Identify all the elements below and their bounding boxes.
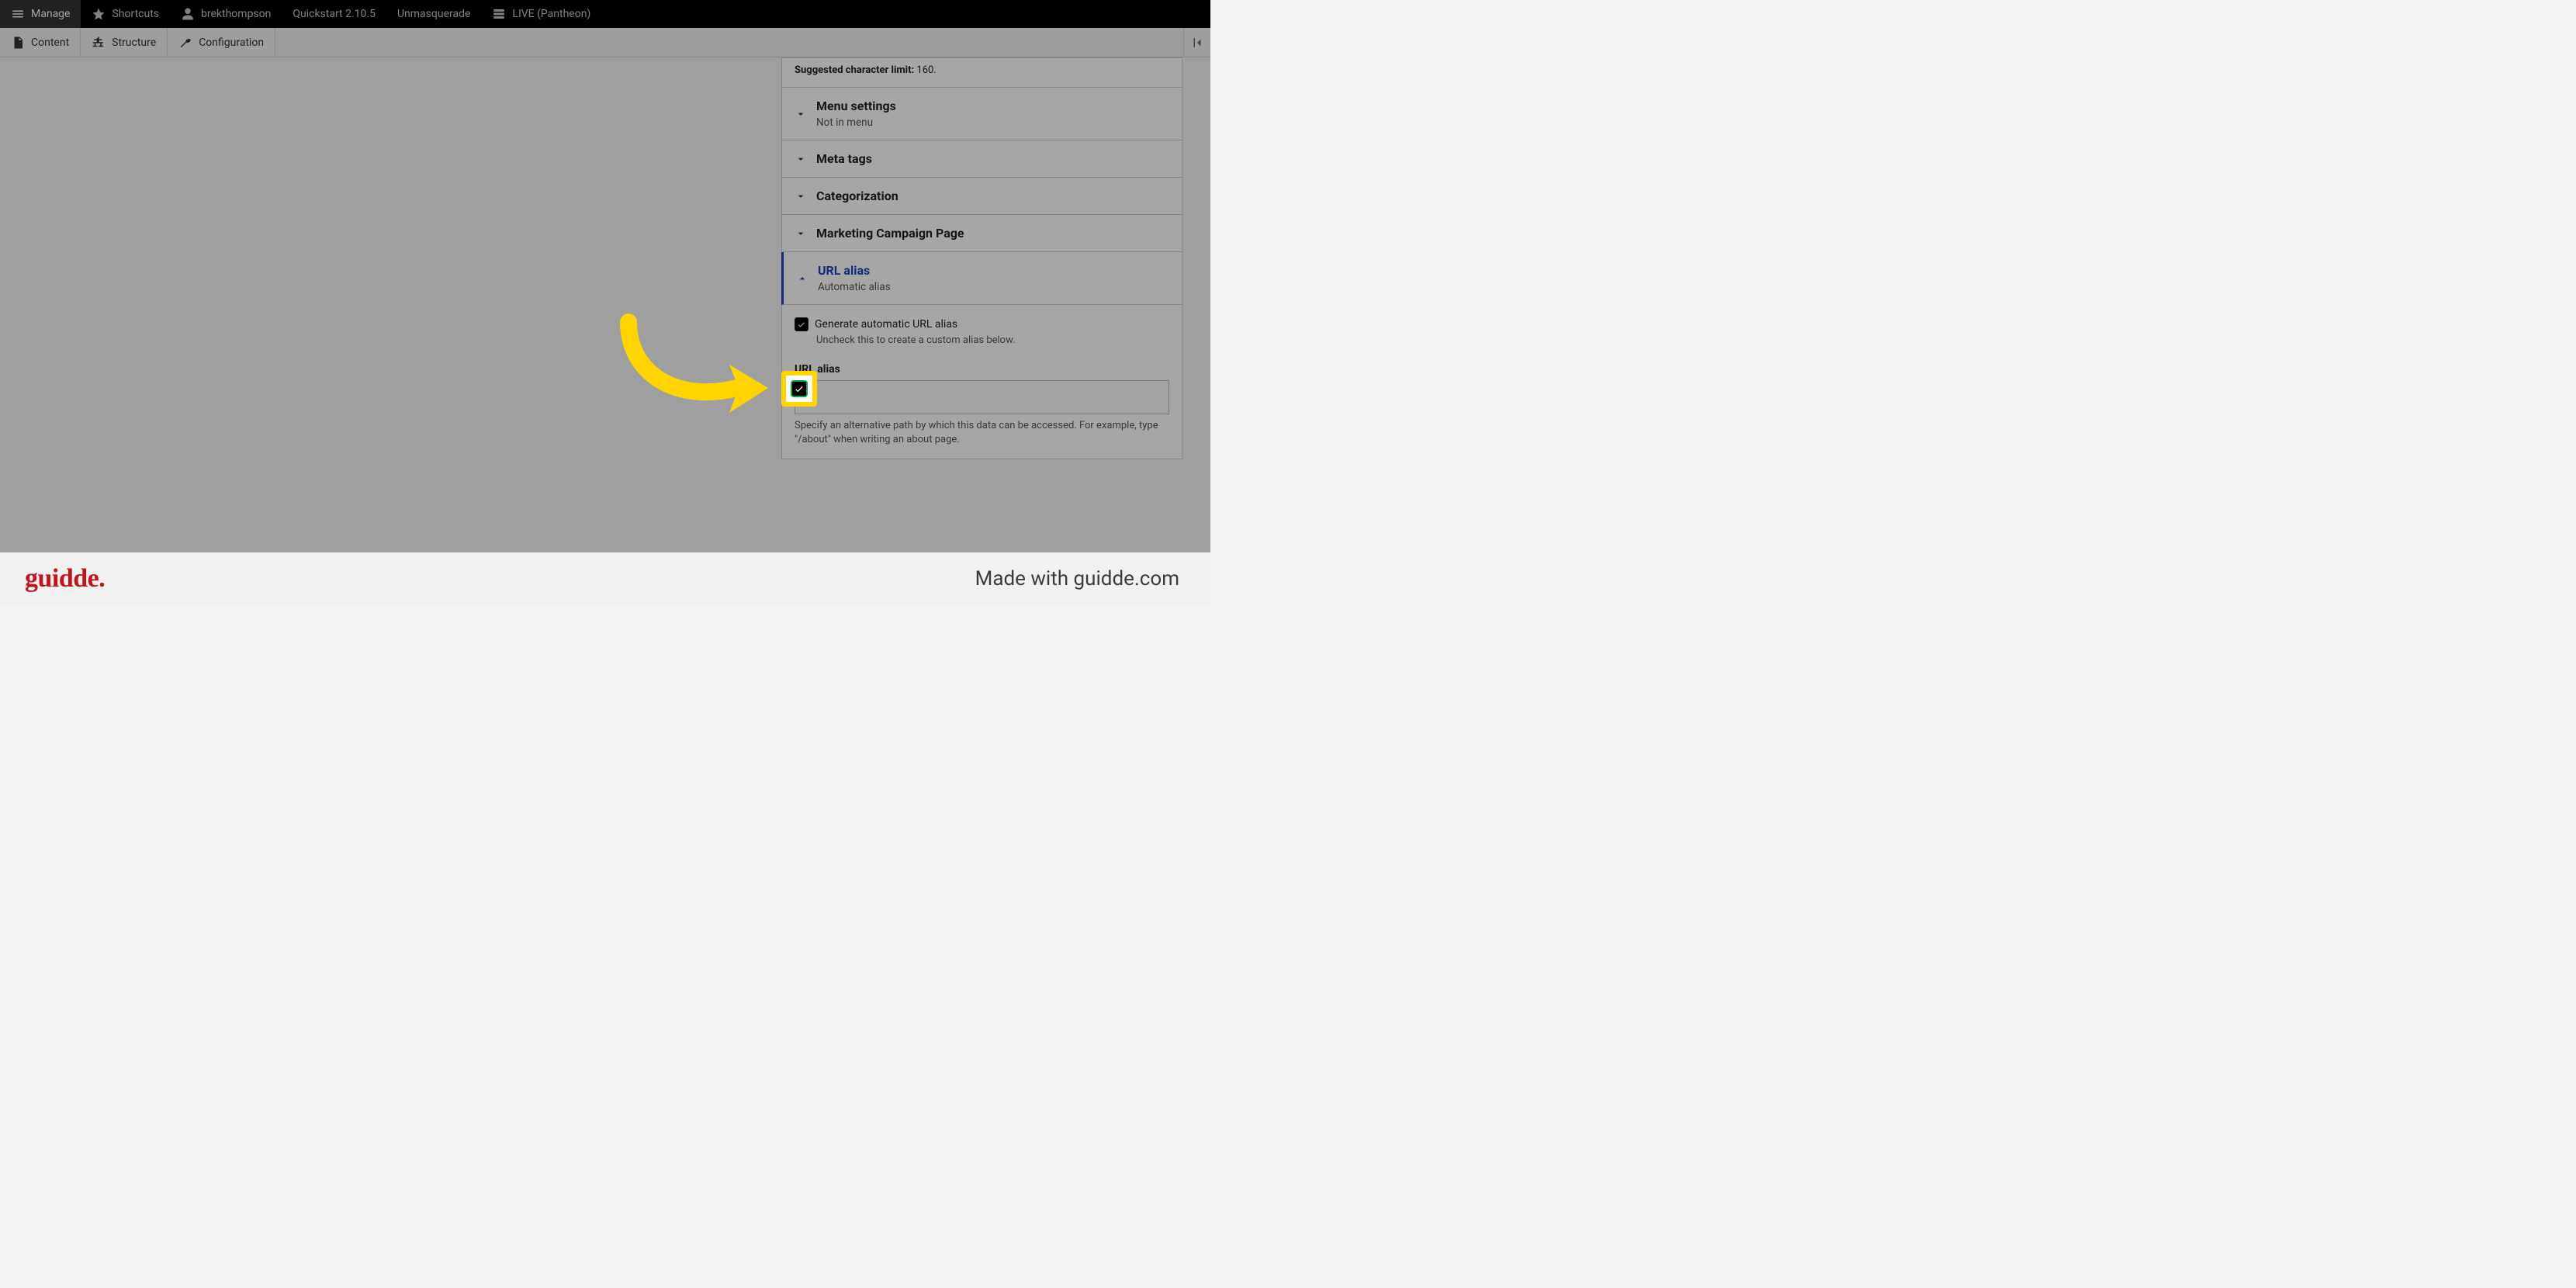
sitemap-icon xyxy=(92,36,106,50)
stage: Manage Shortcuts brekthompson Quickstart… xyxy=(0,0,1210,605)
adminbar-manage-label: Manage xyxy=(31,8,70,20)
side-panel: Suggested character limit: 160. Menu set… xyxy=(781,57,1182,459)
hamburger-icon xyxy=(11,7,25,21)
panel-meta-title: Meta tags xyxy=(816,151,872,166)
toolbar-content-label: Content xyxy=(31,36,69,49)
chevron-down-icon xyxy=(795,190,807,203)
panel-categorization-head[interactable]: Categorization xyxy=(782,178,1182,214)
panel-meta-head[interactable]: Meta tags xyxy=(782,140,1182,177)
url-alias-input[interactable] xyxy=(795,380,1169,414)
footer-brand: guidde. xyxy=(25,564,105,594)
char-limit-row: Suggested character limit: 160. xyxy=(781,57,1182,88)
panel-menu-settings: Menu settings Not in menu xyxy=(781,88,1182,140)
annotation-highlight xyxy=(781,371,817,407)
panel-url-alias-head[interactable]: URL alias Automatic alias xyxy=(784,252,1182,304)
panel-marketing-head[interactable]: Marketing Campaign Page xyxy=(782,215,1182,251)
panel-url-alias-sub: Automatic alias xyxy=(818,281,891,293)
star-icon xyxy=(92,7,106,21)
footer-made: Made with guidde.com xyxy=(975,567,1179,590)
panel-url-alias: URL alias Automatic alias xyxy=(781,252,1182,305)
page-icon xyxy=(11,36,25,50)
char-limit-label: Suggested character limit: xyxy=(795,64,914,76)
user-icon xyxy=(181,7,195,21)
content-area: Suggested character limit: 160. Menu set… xyxy=(0,57,1210,605)
generate-alias-desc: Uncheck this to create a custom alias be… xyxy=(816,334,1169,346)
footer: guidde. Made with guidde.com xyxy=(0,552,1210,605)
chevron-up-icon xyxy=(796,272,808,285)
adminbar-manage[interactable]: Manage xyxy=(0,0,81,28)
panel-marketing-title: Marketing Campaign Page xyxy=(816,226,964,241)
adminbar-unmasquerade-label: Unmasquerade xyxy=(397,8,470,20)
adminbar-username: brekthompson xyxy=(201,8,271,20)
toolbar-content[interactable]: Content xyxy=(0,28,81,57)
highlighted-checkbox-icon xyxy=(791,380,808,397)
url-alias-help: Specify an alternative path by which thi… xyxy=(795,419,1169,446)
adminbar-unmasquerade[interactable]: Unmasquerade xyxy=(386,0,481,28)
panel-url-alias-body: Generate automatic URL alias Uncheck thi… xyxy=(781,305,1182,459)
wrench-icon xyxy=(178,36,192,50)
admin-bar: Manage Shortcuts brekthompson Quickstart… xyxy=(0,0,1210,28)
panel-menu-title: Menu settings xyxy=(816,99,896,113)
generate-alias-row: Generate automatic URL alias xyxy=(795,317,1169,331)
adminbar-shortcuts-label: Shortcuts xyxy=(112,8,159,20)
panel-marketing: Marketing Campaign Page xyxy=(781,215,1182,252)
adminbar-env[interactable]: LIVE (Pantheon) xyxy=(481,0,601,28)
generate-alias-checkbox[interactable] xyxy=(795,317,808,331)
toolbar-structure[interactable]: Structure xyxy=(81,28,168,57)
generate-alias-label: Generate automatic URL alias xyxy=(815,318,957,331)
adminbar-env-label: LIVE (Pantheon) xyxy=(512,8,590,20)
adminbar-quickstart[interactable]: Quickstart 2.10.5 xyxy=(282,0,386,28)
chevron-down-icon xyxy=(795,153,807,165)
server-icon xyxy=(492,7,506,21)
panel-categorization-title: Categorization xyxy=(816,189,898,203)
toolbar-collapse[interactable] xyxy=(1183,28,1210,57)
url-alias-field-label: URL alias xyxy=(795,363,1169,376)
panel-meta-tags: Meta tags xyxy=(781,140,1182,178)
panel-menu-settings-head[interactable]: Menu settings Not in menu xyxy=(782,88,1182,140)
adminbar-shortcuts[interactable]: Shortcuts xyxy=(81,0,170,28)
chevron-down-icon xyxy=(795,108,807,120)
toolbar-structure-label: Structure xyxy=(112,36,156,49)
panel-menu-sub: Not in menu xyxy=(816,116,896,129)
chevron-down-icon xyxy=(795,227,807,240)
panel-categorization: Categorization xyxy=(781,178,1182,215)
panel-url-alias-title: URL alias xyxy=(818,263,891,278)
char-limit-value: 160. xyxy=(916,64,936,76)
toolbar: Content Structure Configuration xyxy=(0,28,1210,57)
toolbar-configuration-label: Configuration xyxy=(199,36,264,49)
collapse-icon xyxy=(1190,36,1204,50)
toolbar-configuration[interactable]: Configuration xyxy=(168,28,275,57)
adminbar-quickstart-label: Quickstart 2.10.5 xyxy=(293,8,376,20)
adminbar-user[interactable]: brekthompson xyxy=(170,0,282,28)
